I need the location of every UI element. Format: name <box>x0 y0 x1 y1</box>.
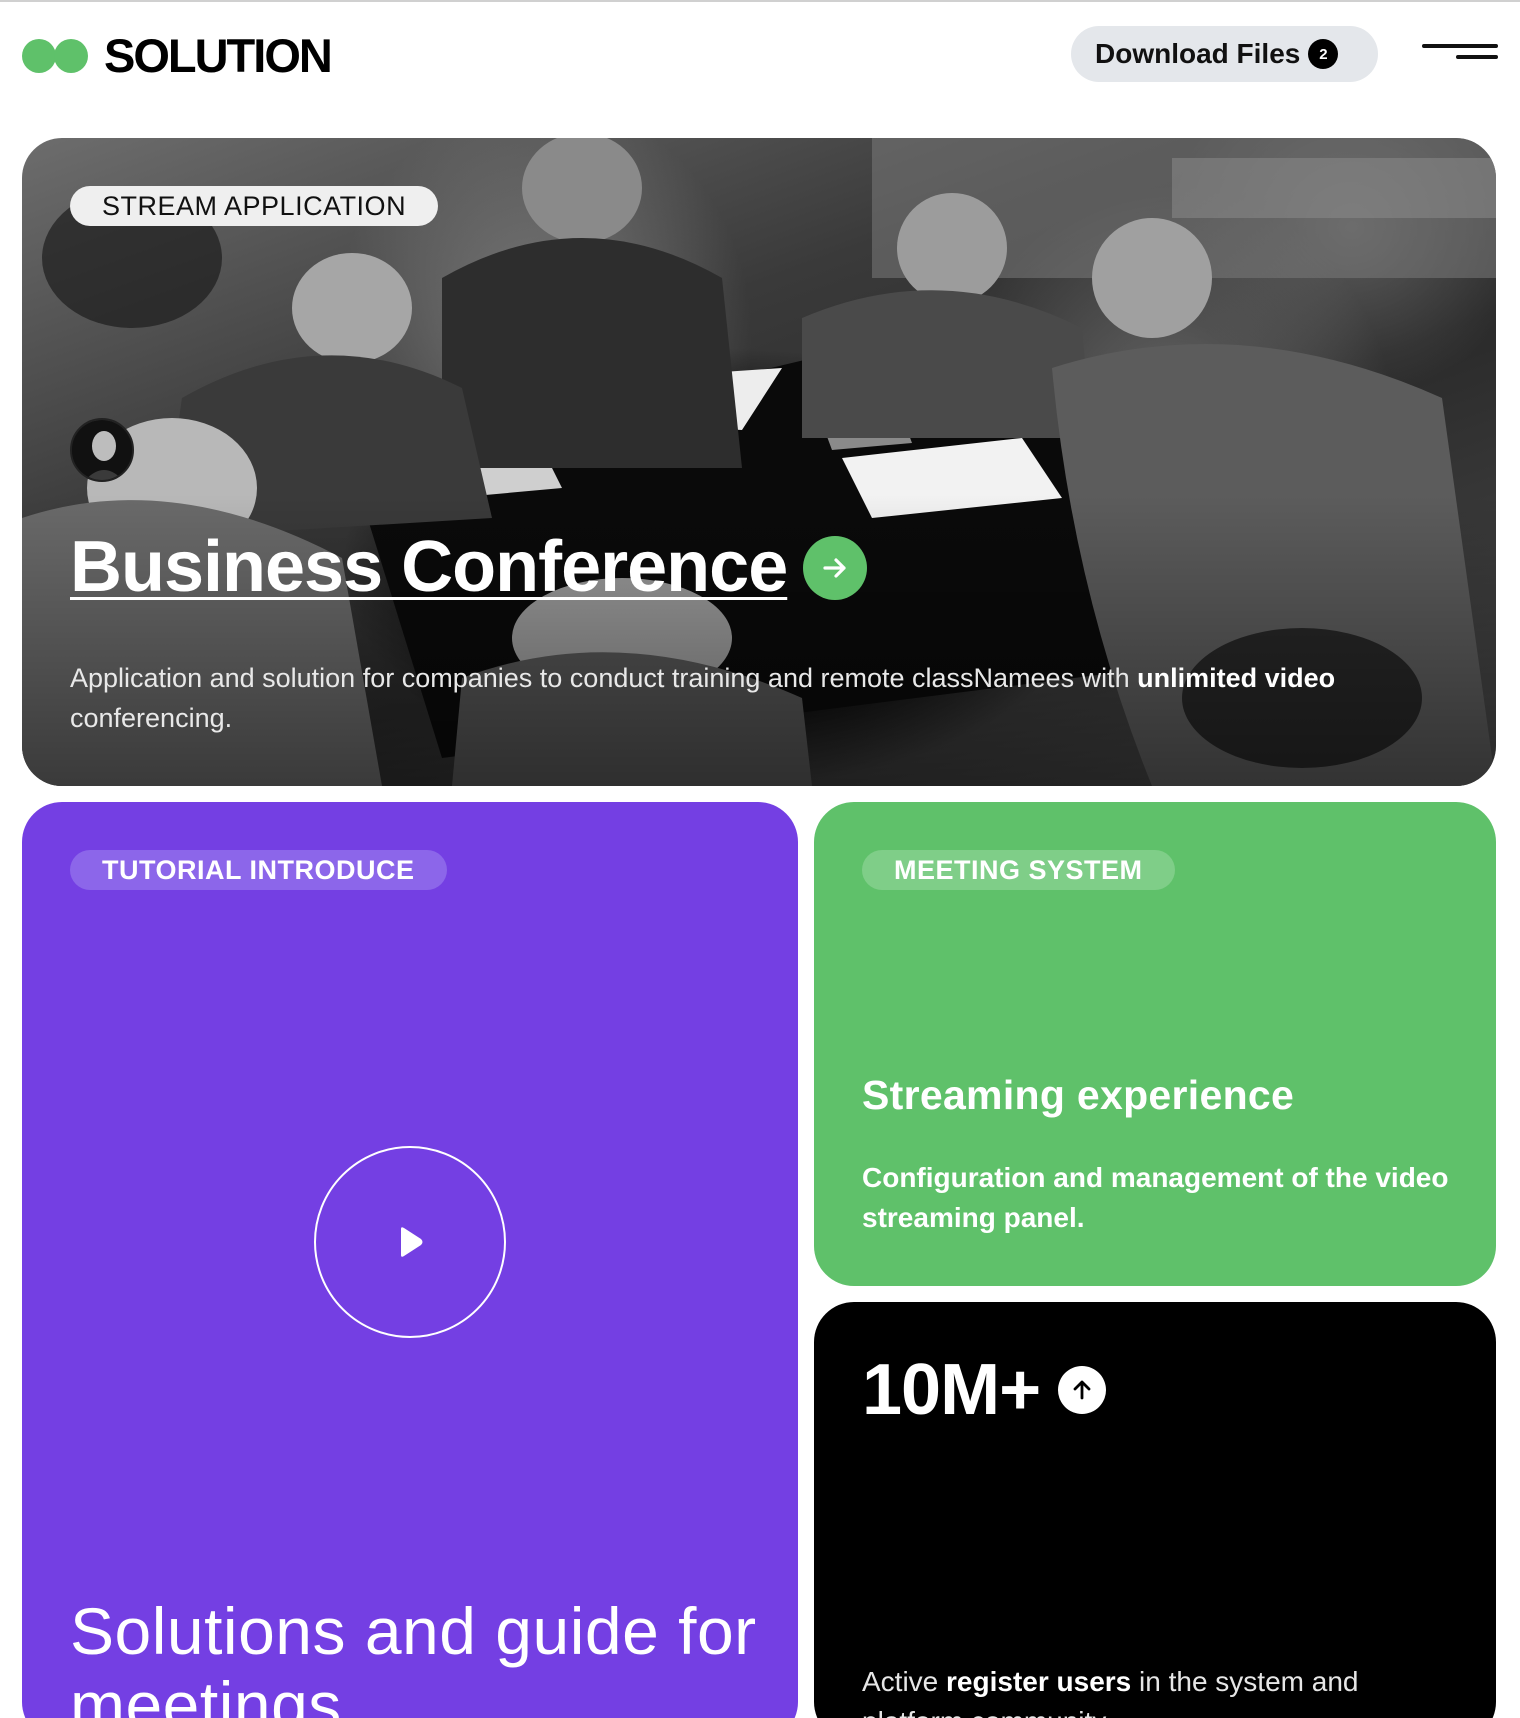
stat-row: 10M+ <box>862 1350 1107 1430</box>
stat-value: 10M+ <box>862 1350 1041 1430</box>
meeting-title: Streaming experience <box>862 1072 1295 1118</box>
meeting-tag: MEETING SYSTEM <box>862 850 1175 890</box>
download-count-badge: 2 <box>1308 39 1339 69</box>
avatar[interactable] <box>70 418 134 482</box>
play-icon <box>401 1227 423 1257</box>
download-files-button[interactable]: Download Files 2 <box>1071 26 1378 82</box>
arrow-right-icon[interactable] <box>803 535 868 600</box>
hero-title-row: Business Conference <box>70 527 868 607</box>
hamburger-menu-icon[interactable] <box>1422 40 1498 66</box>
meeting-description: Configuration and management of the vide… <box>862 1162 1449 1233</box>
logo[interactable]: SOLUTION <box>22 29 333 82</box>
tutorial-title: Solutions and guide for meetings <box>70 1594 757 1718</box>
logo-text: SOLUTION <box>104 29 333 82</box>
play-video-button[interactable] <box>314 1146 506 1338</box>
stats-description: Active register users in the system and … <box>862 1666 1359 1718</box>
hero-title-link[interactable]: Business Conference <box>70 527 788 607</box>
arrow-up-icon <box>1058 1366 1107 1414</box>
tutorial-card[interactable]: TUTORIAL INTRODUCE Solutions and guide f… <box>22 802 798 1718</box>
stats-card: 10M+ Active register users in the system… <box>814 1302 1496 1718</box>
meeting-card[interactable]: MEETING SYSTEM Streaming experience Conf… <box>814 802 1496 1286</box>
hero-description: Application and solution for companies t… <box>70 663 1336 733</box>
tutorial-tag: TUTORIAL INTRODUCE <box>70 850 447 890</box>
download-files-label: Download Files <box>1095 38 1301 69</box>
site-header: SOLUTION Download Files 2 <box>0 2 1520 102</box>
hero-card: STREAM APPLICATION Business Conference A… <box>22 138 1496 786</box>
hero-tag: STREAM APPLICATION <box>70 186 439 226</box>
logo-dots-icon <box>22 38 88 73</box>
